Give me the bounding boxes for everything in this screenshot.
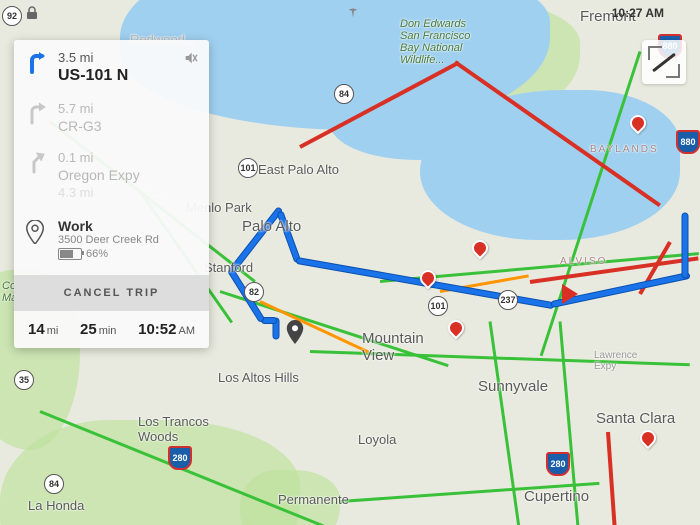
step-distance: 4.3 mi: [58, 185, 195, 200]
step-distance: 3.5 mi: [58, 50, 195, 65]
arrival-battery: 66%: [58, 248, 108, 260]
tesla-logo-icon: [346, 6, 360, 25]
hwy-shield: 101: [428, 296, 448, 316]
hwy-shield: 92: [2, 6, 22, 26]
park-label: Don Edwards San Francisco Bay National W…: [400, 18, 470, 66]
lock-icon: [26, 6, 38, 25]
area-label: ALVISO: [560, 256, 607, 267]
city-label: Sunnyvale: [478, 378, 548, 395]
city-label: Permanente: [278, 492, 349, 507]
hwy-shield: 84: [44, 474, 64, 494]
summary-distance: 14mi: [28, 321, 58, 338]
hwy-shield: 280: [546, 452, 570, 476]
status-clock: 10:27 AM: [612, 6, 664, 20]
area-label: BAYLANDS: [590, 144, 659, 155]
pin-icon: [26, 220, 44, 242]
city-label: Santa Clara: [596, 410, 675, 427]
city-label: Los Trancos Woods: [138, 414, 209, 444]
nav-step: 5.7 mi CR-G3: [14, 91, 209, 140]
city-label: Los Altos Hills: [218, 370, 299, 385]
turn-right-icon: [24, 101, 48, 125]
step-road: US-101 N: [58, 67, 195, 85]
nav-step-active: 3.5 mi US-101 N: [14, 40, 209, 91]
city-label: Palo Alto: [242, 218, 301, 235]
cancel-trip-button[interactable]: CANCEL TRIP: [14, 275, 209, 311]
hwy-shield: 82: [244, 282, 264, 302]
destination-name: Work: [58, 218, 195, 234]
city-label: Stanford: [204, 260, 253, 275]
step-distance: 5.7 mi: [58, 101, 195, 116]
city-label: Cupertino: [524, 488, 589, 505]
step-road: CR-G3: [58, 118, 195, 134]
city-label: La Honda: [28, 498, 84, 513]
destination-pin: [286, 320, 304, 344]
battery-icon: [58, 248, 82, 260]
navigation-panel: 3.5 mi US-101 N 5.7 mi CR-G3 0.1 mi Oreg…: [14, 40, 209, 348]
step-road: Oregon Expy: [58, 167, 195, 183]
trip-summary: 14mi 25min 10:52AM: [14, 311, 209, 348]
hwy-shield: 280: [168, 446, 192, 470]
hwy-shield: 101: [238, 158, 258, 178]
nav-step: 0.1 mi Oregon Expy: [14, 140, 209, 185]
step-distance: 0.1 mi: [58, 150, 195, 165]
battery-pct: 66%: [86, 248, 108, 260]
hwy-shield: 35: [14, 370, 34, 390]
city-label: Loyola: [358, 432, 396, 447]
nav-step-more: 4.3 mi: [14, 185, 209, 210]
summary-eta: 10:52AM: [138, 321, 195, 338]
city-label: East Palo Alto: [258, 162, 339, 177]
turn-right-icon: [24, 50, 48, 74]
destination-block: Work 3500 Deer Creek Rd 66%: [14, 210, 209, 275]
orientation-button[interactable]: [642, 40, 686, 84]
turn-slight-right-icon: [24, 150, 48, 174]
city-label: Mountain View: [362, 330, 424, 364]
current-location-arrow: [562, 284, 578, 304]
summary-time: 25min: [80, 321, 116, 338]
hwy-shield: 237: [498, 290, 518, 310]
destination-address: 3500 Deer Creek Rd: [58, 234, 195, 246]
hwy-shield: 880: [676, 130, 700, 154]
road-label: Lawrence Expy: [594, 350, 637, 372]
hwy-shield: 84: [334, 84, 354, 104]
